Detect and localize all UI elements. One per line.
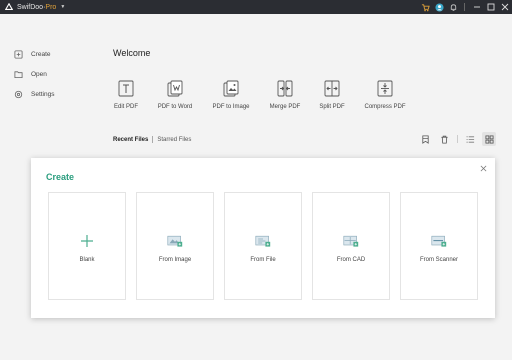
- create-panel-title: Create: [46, 172, 75, 182]
- app-edition: Pro: [45, 3, 57, 11]
- create-card-blank[interactable]: Blank: [48, 192, 126, 300]
- minimize-button[interactable]: [470, 0, 484, 14]
- close-button[interactable]: [498, 0, 512, 14]
- scanner-icon: [431, 235, 447, 247]
- sidebar-item-label: Open: [31, 70, 47, 78]
- card-label: Blank: [79, 257, 95, 263]
- sidebar-item-settings[interactable]: Settings: [14, 88, 55, 100]
- bell-icon[interactable]: [448, 2, 458, 12]
- create-panel: Create Blank From Image From File From C…: [31, 158, 495, 318]
- page-title: Welcome: [113, 48, 151, 58]
- app-name: SwifDoo: [17, 3, 44, 11]
- card-label: From File: [250, 257, 276, 263]
- pdf-to-word-icon: [167, 80, 183, 97]
- plus-icon: [81, 235, 93, 247]
- list-view-icon[interactable]: [463, 132, 477, 146]
- card-label: From Scanner: [419, 257, 458, 263]
- cart-icon[interactable]: [420, 2, 430, 12]
- title-separator: [464, 3, 465, 11]
- tab-starred-files[interactable]: Starred Files: [157, 137, 191, 143]
- sidebar-item-label: Create: [31, 50, 51, 58]
- create-icon: [14, 49, 23, 59]
- close-icon[interactable]: [479, 164, 488, 173]
- view-separator: [457, 135, 458, 143]
- sidebar-item-label: Settings: [31, 90, 55, 98]
- tool-pdf-to-image[interactable]: PDF to Image: [201, 80, 261, 110]
- merge-pdf-icon: [277, 80, 293, 97]
- compress-pdf-icon: [377, 80, 393, 97]
- sidebar-item-create[interactable]: Create: [14, 48, 51, 60]
- tab-recent-files[interactable]: Recent Files: [113, 137, 148, 143]
- sidebar-item-open[interactable]: Open: [14, 68, 47, 80]
- app-title[interactable]: SwifDoo·Pro: [17, 4, 56, 11]
- maximize-button[interactable]: [484, 0, 498, 14]
- create-card-from-scanner[interactable]: From Scanner: [400, 192, 478, 300]
- tool-pdf-to-word[interactable]: PDF to Word: [145, 80, 205, 110]
- tool-compress-pdf[interactable]: Compress PDF: [355, 80, 415, 110]
- file-tabs: Recent Files Starred Files: [113, 136, 191, 143]
- view-toolbar: [413, 132, 496, 146]
- pdf-to-image-icon: [223, 80, 239, 97]
- card-label: From CAD: [336, 257, 366, 263]
- create-card-from-cad[interactable]: From CAD: [312, 192, 390, 300]
- tool-label: PDF to Image: [212, 104, 250, 110]
- card-label: From Image: [158, 257, 192, 263]
- bookmark-icon[interactable]: [418, 132, 432, 146]
- tab-divider: [152, 136, 154, 143]
- folder-icon: [14, 70, 23, 78]
- create-card-from-image[interactable]: From Image: [136, 192, 214, 300]
- tool-split-pdf[interactable]: Split PDF: [302, 80, 362, 110]
- user-avatar-icon[interactable]: [434, 2, 444, 12]
- create-card-from-file[interactable]: From File: [224, 192, 302, 300]
- title-bar: SwifDoo·Pro ▼: [0, 0, 512, 14]
- tool-label: Compress PDF: [364, 104, 406, 110]
- cad-icon: [343, 235, 359, 247]
- edit-pdf-icon: [118, 80, 134, 97]
- tool-label: PDF to Word: [157, 104, 193, 110]
- file-icon: [255, 235, 271, 247]
- grid-view-icon[interactable]: [482, 132, 496, 146]
- delete-icon[interactable]: [437, 132, 451, 146]
- image-icon: [167, 235, 183, 247]
- split-pdf-icon: [324, 80, 340, 97]
- swifdoo-logo-icon: [5, 3, 13, 10]
- tool-label: Split PDF: [319, 104, 345, 110]
- chevron-down-icon[interactable]: ▼: [60, 4, 65, 10]
- gear-icon: [14, 90, 23, 98]
